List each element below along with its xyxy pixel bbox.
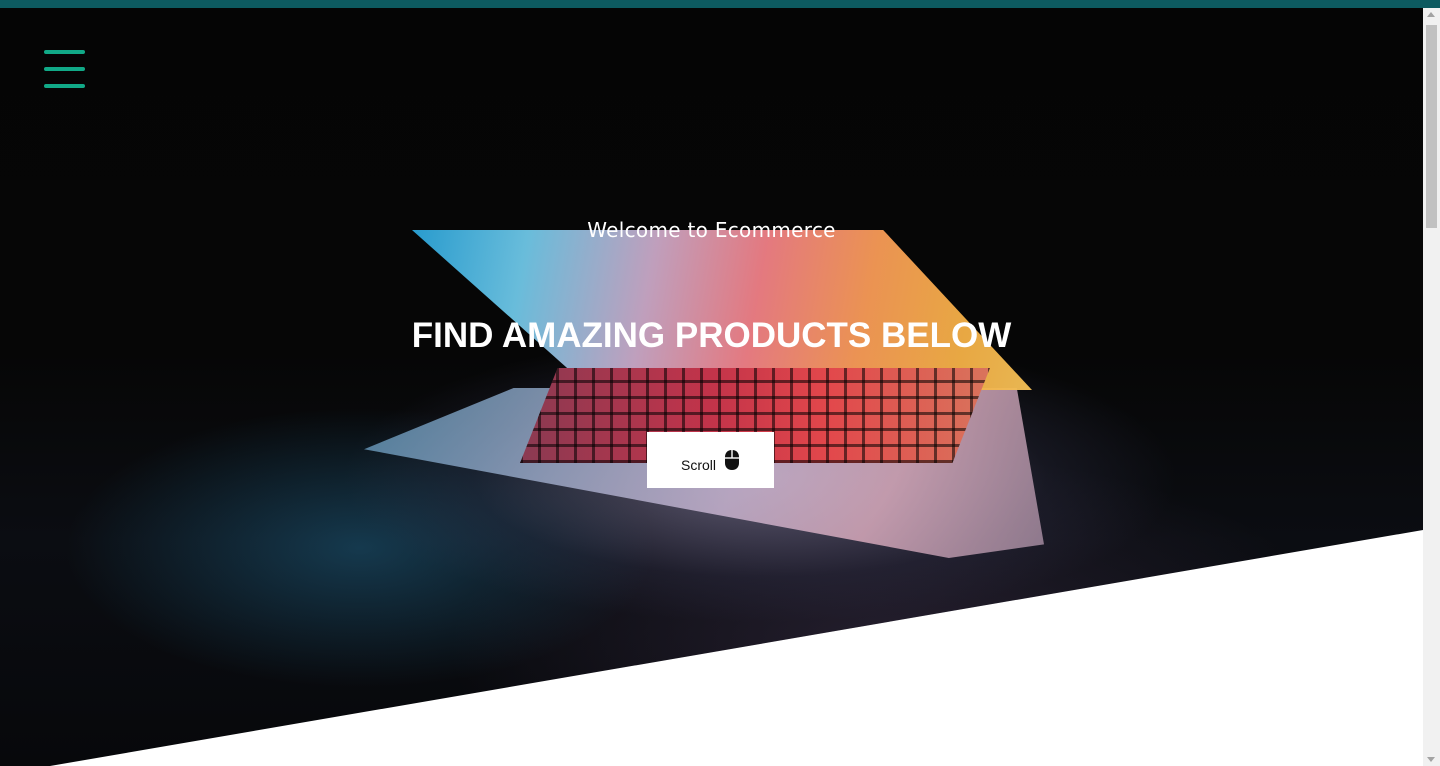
scroll-down-arrow-icon[interactable] — [1427, 757, 1435, 762]
hero-content: Welcome to Ecommerce FIND AMAZING PRODUC… — [0, 8, 1423, 766]
scroll-button-label: Scroll — [680, 457, 716, 473]
mouse-icon — [725, 450, 739, 470]
vertical-scrollbar[interactable] — [1423, 8, 1440, 766]
scroll-up-arrow-icon[interactable] — [1427, 12, 1435, 17]
hero-headline: FIND AMAZING PRODUCTS BELOW — [411, 316, 1012, 355]
scrollbar-thumb[interactable] — [1426, 25, 1437, 228]
page-viewport: Welcome to Ecommerce FIND AMAZING PRODUC… — [0, 8, 1423, 766]
top-accent-bar — [0, 0, 1440, 8]
welcome-text: Welcome to Ecommerce — [587, 218, 836, 242]
scroll-button[interactable]: Scroll — [647, 432, 774, 488]
